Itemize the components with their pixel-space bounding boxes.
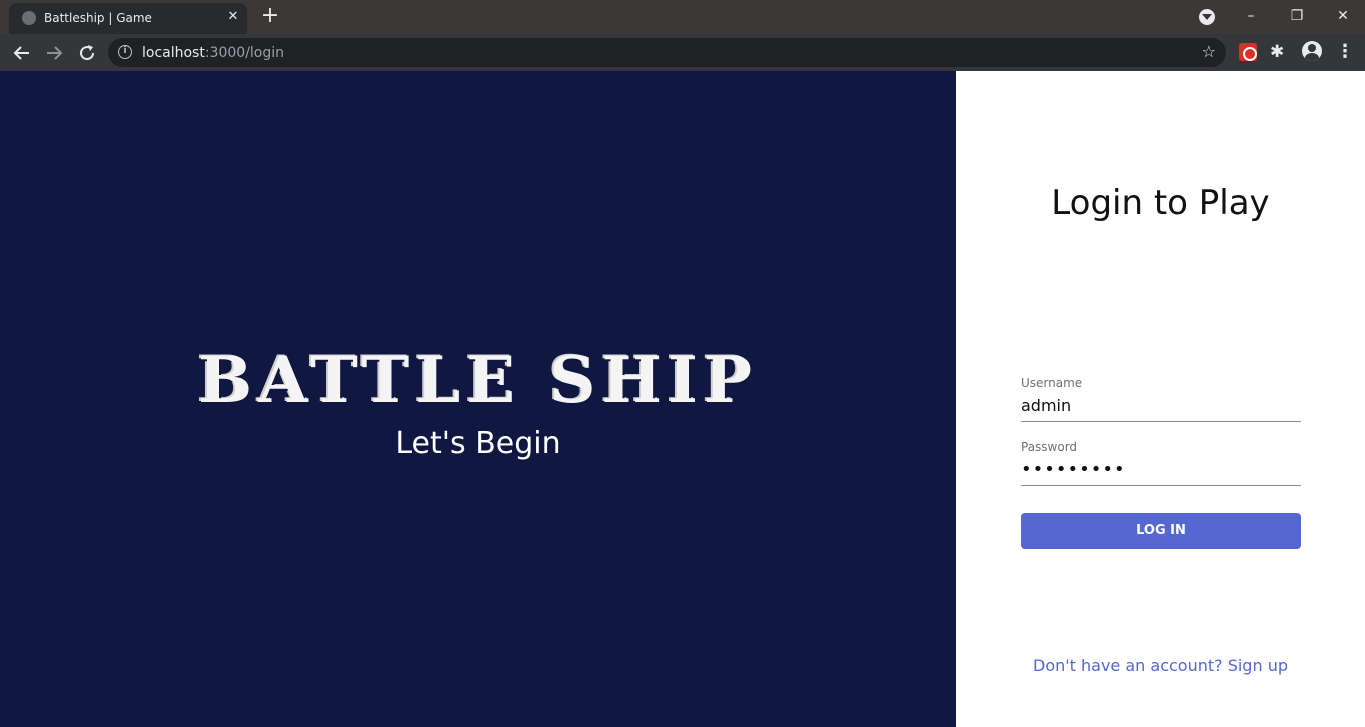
login-panel: Login to Play Username admin Password ••…	[956, 71, 1365, 727]
password-field: Password •••••••••	[1021, 440, 1301, 486]
browser-toolbar: i localhost:3000/login ☆ ✱ ⋮	[0, 34, 1365, 71]
username-label: Username	[1021, 376, 1083, 390]
reload-icon	[80, 45, 95, 61]
browser-tabstrip: Battleship | Game ✕ + – ❐ ✕	[0, 0, 1365, 34]
puzzle-icon[interactable]: ✱	[1270, 42, 1284, 62]
forward-button[interactable]	[42, 41, 66, 65]
login-heading: Login to Play	[1051, 183, 1270, 223]
signup-link[interactable]: Don't have an account? Sign up	[956, 656, 1365, 675]
url-text: localhost:3000/login	[142, 45, 285, 61]
restore-button[interactable]: ❐	[1287, 6, 1307, 26]
arrow-right-icon	[47, 46, 63, 60]
info-icon[interactable]: i	[118, 45, 132, 59]
username-field: Username admin	[1021, 376, 1301, 422]
tab-close-button[interactable]: ✕	[225, 9, 241, 25]
new-tab-button[interactable]: +	[258, 5, 282, 29]
kebab-menu-icon[interactable]: ⋮	[1336, 42, 1354, 62]
battleship-logo: BATTLE SHIP	[197, 343, 759, 418]
reload-button[interactable]	[75, 41, 99, 65]
profile-avatar[interactable]	[1302, 41, 1322, 61]
tagline: Let's Begin	[395, 426, 561, 461]
globe-icon	[22, 11, 36, 25]
password-label: Password	[1021, 440, 1078, 454]
tab-title: Battleship | Game	[44, 11, 152, 25]
extension-icon[interactable]	[1239, 43, 1257, 61]
browser-tab[interactable]: Battleship | Game ✕	[9, 3, 247, 34]
bookmark-star-icon[interactable]: ☆	[1202, 42, 1216, 61]
chevron-down-icon	[1202, 14, 1212, 20]
login-button[interactable]: LOG IN	[1021, 513, 1301, 549]
minimize-button[interactable]: –	[1241, 6, 1261, 26]
window-close-button[interactable]: ✕	[1333, 6, 1353, 26]
page: BATTLE SHIP Let's Begin Login to Play Us…	[0, 71, 1365, 727]
password-input[interactable]: •••••••••	[1021, 458, 1301, 486]
tab-search-button[interactable]	[1199, 9, 1215, 25]
arrow-left-icon	[13, 46, 29, 60]
address-bar[interactable]: i localhost:3000/login ☆	[108, 38, 1226, 67]
username-input[interactable]: admin	[1021, 394, 1301, 422]
back-button[interactable]	[10, 41, 34, 65]
hero-panel: BATTLE SHIP Let's Begin	[0, 71, 956, 727]
